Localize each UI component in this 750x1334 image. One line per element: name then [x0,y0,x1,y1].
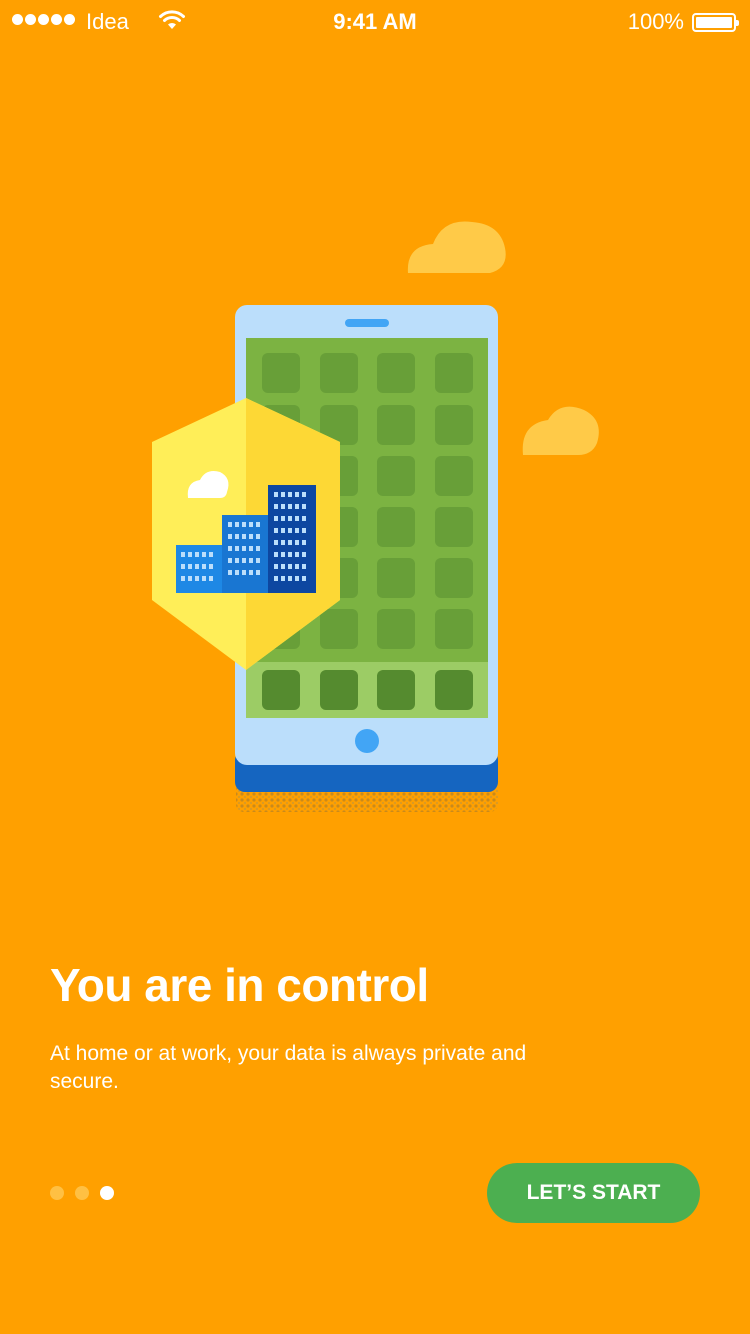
cloud-icon [407,221,506,273]
onboarding-title: You are in control [50,959,429,1011]
onboarding-description: At home or at work, your data is always … [50,1042,527,1093]
cloud-icon [522,406,599,455]
onboarding-illustration [152,221,599,812]
lets-start-button[interactable]: LET’S START [487,1163,700,1223]
page-indicator [50,1186,114,1200]
page-indicator-dot[interactable] [50,1186,64,1200]
page-indicator-dot-active[interactable] [100,1186,114,1200]
page-indicator-dot[interactable] [75,1186,89,1200]
